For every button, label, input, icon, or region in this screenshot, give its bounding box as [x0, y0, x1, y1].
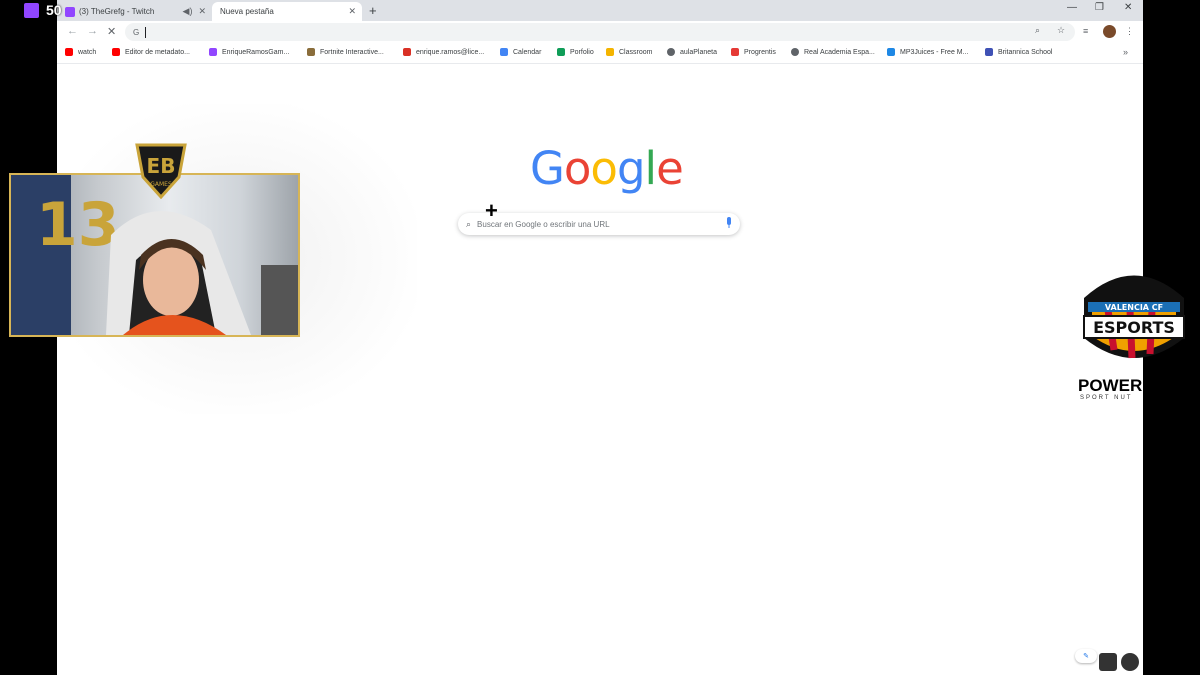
gmail-icon [403, 48, 411, 56]
customize-button[interactable]: ✎ [1075, 649, 1097, 663]
svg-text:EB: EB [147, 154, 176, 178]
logo-letter: g [616, 142, 646, 195]
rae-icon [791, 48, 799, 56]
progrentis-icon [731, 48, 739, 56]
bookmark-label: Real Academia Espa... [804, 48, 875, 56]
avatar[interactable] [1103, 25, 1116, 38]
star-icon[interactable]: ☆ [1057, 25, 1065, 36]
svg-text:GAMES: GAMES [150, 181, 172, 188]
bookmark-label: Editor de metadato... [125, 48, 190, 56]
back-icon[interactable]: ← [67, 25, 78, 37]
google-logo: Google [530, 142, 684, 195]
bookmarks-bar: watch Editor de metadato... EnriqueRamos… [57, 44, 1143, 64]
valencia-esports-logo: VALENCIA CF ESPORTS [1083, 275, 1185, 359]
youtube-icon [112, 48, 120, 56]
twitch-icon [209, 48, 217, 56]
stop-icon[interactable]: ✕ [107, 25, 116, 38]
bookmark-item[interactable]: MP3Juices - Free M... [887, 48, 968, 56]
logo-letter: o [590, 142, 618, 195]
bookmark-item[interactable]: Progrentis [731, 48, 776, 56]
microphone-icon[interactable] [1099, 653, 1117, 671]
streamer-webcam-image: 13 [11, 175, 298, 335]
google-g-icon: G [133, 27, 140, 37]
bookmark-item[interactable]: watch [65, 48, 96, 56]
more-bookmarks-button[interactable]: » [1123, 47, 1128, 57]
logo-letter: G [530, 142, 565, 195]
twitch-favicon-icon [65, 6, 75, 17]
bookmark-item[interactable]: Britannica School [985, 48, 1052, 56]
bookmark-item[interactable]: enrique.ramos@lice... [403, 48, 484, 56]
logo-letter: e [656, 142, 684, 195]
bookmark-label: MP3Juices - Free M... [900, 48, 969, 56]
fortnite-icon [307, 48, 315, 56]
google-search-input[interactable]: ⌕ Buscar en Google o escribir una URL [458, 213, 740, 235]
globe-icon [667, 48, 675, 56]
svg-text:13: 13 [36, 190, 120, 260]
tab-twitch[interactable]: (3) TheGrefg - Twitch ◀) ✕ [57, 2, 212, 21]
bookmark-label: Porfolio [570, 48, 594, 56]
pencil-icon: ✎ [1083, 653, 1089, 660]
mouse-cursor-crosshair-icon: + [485, 198, 498, 223]
microphone-icon[interactable] [726, 217, 732, 229]
bookmark-item[interactable]: Editor de metadato... [112, 48, 190, 56]
minimize-icon[interactable]: — [1067, 2, 1077, 13]
new-tab-page: Google ⌕ Buscar en Google o escribir una… [57, 64, 1143, 675]
svg-text:ESPORTS: ESPORTS [1093, 318, 1175, 337]
britannica-icon [985, 48, 993, 56]
channel-badge-logo: EB GAMES [135, 143, 187, 199]
text-caret [145, 26, 147, 38]
bookmark-label: Fortnite Interactive... [320, 48, 384, 56]
bookmark-label: aulaPlaneta [680, 48, 717, 56]
menu-icon[interactable]: ⋮ [1125, 26, 1134, 37]
viewer-count: 50 [46, 2, 62, 18]
bookmark-label: Classroom [619, 48, 653, 56]
speaker-icon[interactable]: ◀) [183, 6, 193, 17]
bookmark-label: Progrentis [744, 48, 776, 56]
youtube-icon [65, 48, 73, 56]
sponsor-subtext: SPORT NUT [1080, 395, 1133, 401]
bookmark-item[interactable]: Real Academia Espa... [791, 48, 875, 56]
sponsor-logo-text: POWER [1078, 376, 1143, 395]
media-icon[interactable]: ≡ [1083, 26, 1088, 36]
svg-text:VALENCIA CF: VALENCIA CF [1105, 303, 1163, 312]
browser-window: (3) TheGrefg - Twitch ◀) ✕ Nueva pestaña… [57, 0, 1143, 675]
close-tab-icon[interactable]: ✕ [348, 6, 356, 17]
drive-icon [557, 48, 565, 56]
settings-circle-icon[interactable] [1121, 653, 1139, 671]
bookmark-label: enrique.ramos@lice... [416, 48, 485, 56]
bookmark-label: Calendar [513, 48, 542, 56]
toolbar: ← → ✕ G ⌕ ☆ ≡ ⋮ [57, 21, 1143, 44]
bookmark-item[interactable]: Classroom [606, 48, 652, 56]
close-tab-icon[interactable]: ✕ [198, 6, 206, 17]
address-bar[interactable]: G ⌕ ☆ [125, 23, 1075, 41]
search-icon[interactable]: ⌕ [1035, 25, 1040, 36]
tab-new-tab[interactable]: Nueva pestaña ✕ [212, 2, 362, 21]
close-window-icon[interactable]: ✕ [1124, 2, 1132, 13]
bookmark-item[interactable]: Fortnite Interactive... [307, 48, 384, 56]
bookmark-label: Britannica School [998, 48, 1053, 56]
calendar-icon [500, 48, 508, 56]
logo-letter: l [644, 142, 657, 195]
restore-icon[interactable]: ❐ [1095, 2, 1104, 13]
twitch-viewers-icon [24, 3, 39, 18]
bookmark-label: watch [78, 48, 97, 56]
tab-title: (3) TheGrefg - Twitch [79, 7, 155, 16]
logo-letter: o [563, 142, 592, 195]
bookmark-item[interactable]: EnriqueRamosGam... [209, 48, 289, 56]
tab-title: Nueva pestaña [220, 7, 274, 16]
forward-icon[interactable]: → [87, 25, 98, 37]
bookmark-item[interactable]: Porfolio [557, 48, 594, 56]
classroom-icon [606, 48, 614, 56]
bookmark-label: EnriqueRamosGam... [222, 48, 290, 56]
bookmark-item[interactable]: aulaPlaneta [667, 48, 717, 56]
new-tab-button[interactable]: + [369, 3, 377, 18]
search-icon: ⌕ [466, 218, 472, 229]
tab-strip: (3) TheGrefg - Twitch ◀) ✕ Nueva pestaña… [57, 0, 1143, 21]
mp3juices-icon [887, 48, 895, 56]
bookmark-item[interactable]: Calendar [500, 48, 541, 56]
